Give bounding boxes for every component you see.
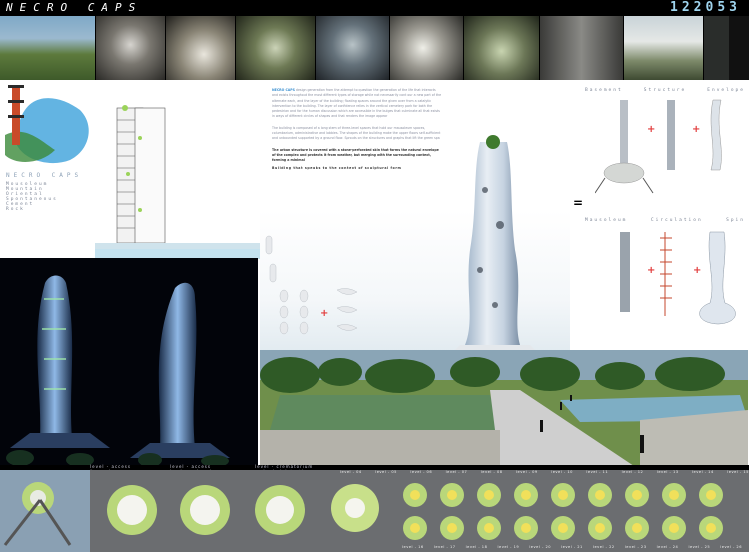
plus-sign: + (320, 308, 329, 319)
level-label: level - 19 (497, 545, 520, 549)
sketch-items: Mousoleum Mountain Oriental Spontaneous … (6, 182, 76, 212)
level-label: level - 06 (410, 470, 433, 474)
lead-word: NECRO CAPS (272, 88, 295, 92)
component-diagram-top (595, 99, 722, 194)
interior-photo-3 (236, 16, 316, 80)
level-label: level - 13 (656, 470, 679, 474)
level-label: level - 17 (433, 545, 456, 549)
level-label: level - 20 (529, 545, 552, 549)
plus-sign: + (693, 265, 702, 276)
interior-photo-5 (390, 16, 464, 80)
level-label: level - 24 (656, 545, 679, 549)
label-mausoleum: Mausoleum (585, 218, 628, 223)
level-label: level - 21 (561, 545, 583, 549)
night-renders (0, 258, 258, 470)
floor-plan-drawings (0, 470, 749, 552)
header-bar: NECRO CAPS 122053 (0, 0, 749, 16)
site-photo (0, 16, 96, 80)
project-code: 122053 (670, 0, 741, 15)
paragraph-1: design generation from the attempt to qu… (272, 88, 442, 119)
tower-render (445, 135, 545, 360)
night-render-panel (0, 258, 258, 470)
level-label: level - 07 (445, 470, 468, 474)
label-basement: Basement (585, 88, 623, 93)
exterior-photo-2 (704, 16, 729, 80)
tower-section-drawing (95, 105, 265, 259)
equals-sign: = (573, 196, 584, 210)
interior-photo-1 (96, 16, 166, 80)
component-diagram-bottom (620, 231, 736, 325)
paragraph-3: The urban structure is covered with a st… (272, 147, 439, 163)
plus-sign: + (647, 124, 656, 135)
level-label: level - 11 (586, 470, 609, 474)
exterior-photo (624, 16, 704, 80)
description-text: NECRO CAPS design generation from the at… (272, 88, 442, 171)
level-label: level - 26 (720, 545, 742, 549)
concept-sketch (0, 80, 100, 170)
label-envelope: Envelope (707, 88, 745, 93)
level-label: level - 14 (692, 470, 714, 474)
photo-strip (0, 16, 749, 80)
floor-plans-strip (0, 470, 749, 552)
level-label: level - 12 (621, 470, 644, 474)
composition-labels-bottom: Mausoleum Circulation Spin (585, 218, 745, 223)
label-structure: Structure (643, 88, 687, 93)
level-label: level - 22 (592, 545, 615, 549)
plus-sign: + (692, 124, 701, 135)
landscape-photo (260, 350, 748, 470)
level-label: level - 10 (551, 470, 573, 474)
interior-photo-7 (540, 16, 624, 80)
tagline: Building that speaks to the context of s… (272, 165, 402, 170)
level-label: level - 05 (375, 470, 397, 474)
level-label: level - 08 (480, 470, 503, 474)
composition-diagram: Basement Structure Envelope (585, 88, 745, 93)
level-label: level - 25 (688, 545, 711, 549)
levels-bottom-row: level - 16 level - 17 level - 18 level -… (402, 545, 742, 549)
label-circulation: Circulation (650, 218, 703, 223)
level-label: level - 16 (402, 545, 424, 549)
interior-photo-6 (464, 16, 540, 80)
label-spin: Spin (726, 218, 745, 223)
level-label: level - 23 (624, 545, 647, 549)
project-title: NECRO CAPS (6, 1, 143, 14)
paragraph-2: The building is composed of a long stem … (272, 125, 441, 141)
sketch-item: Rock (6, 207, 25, 212)
interior-photo-4 (316, 16, 390, 80)
level-label: level - 15 (727, 470, 749, 474)
levels-top-row: level - 04 level - 05 level - 06 level -… (340, 470, 749, 474)
level-label: level - 18 (465, 545, 488, 549)
form-study (265, 235, 358, 335)
sketch-heading: NECRO CAPS (6, 172, 83, 179)
interior-photo-2 (166, 16, 236, 80)
level-label: level - 04 (340, 470, 362, 474)
plus-sign: + (647, 265, 656, 276)
level-label: level - 09 (516, 470, 538, 474)
